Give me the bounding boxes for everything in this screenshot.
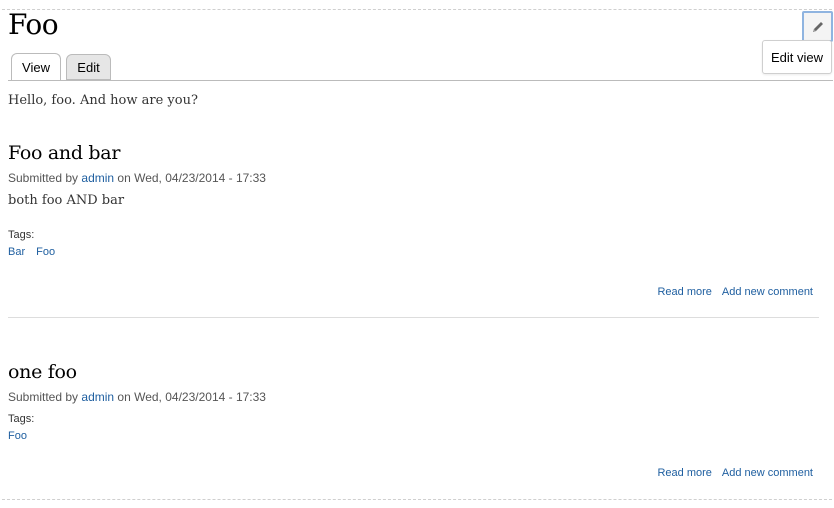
tab-edit[interactable]: Edit (66, 54, 111, 80)
read-more-link[interactable]: Read more (657, 467, 711, 479)
author-link[interactable]: admin (81, 171, 114, 185)
read-more-link[interactable]: Read more (657, 286, 711, 298)
node-divider (8, 317, 819, 318)
pencil-icon (812, 21, 823, 32)
author-link[interactable]: admin (81, 390, 114, 404)
tag-link[interactable]: Bar (8, 246, 25, 258)
add-comment-link[interactable]: Add new comment (722, 286, 813, 298)
tabs-divider (8, 80, 833, 81)
tags-field: Tags: Foo (8, 413, 819, 442)
edit-view-link[interactable]: Edit view (762, 40, 832, 74)
page-title: Foo (8, 8, 59, 41)
tags-label: Tags: (8, 413, 35, 425)
submitted-prefix: Submitted by (8, 390, 79, 404)
node-teaser: one foo Submitted by admin on Wed, 04/23… (8, 360, 819, 479)
node-body: both foo AND bar (8, 193, 125, 208)
tab-view[interactable]: View (11, 53, 61, 81)
node-teaser: Foo and bar Submitted by admin on Wed, 0… (8, 141, 819, 298)
tag-link[interactable]: Foo (36, 246, 55, 258)
tags-field: Tags: Bar Foo (8, 229, 819, 258)
submitted-date: on Wed, 04/23/2014 - 17:33 (117, 390, 266, 404)
tags-list: Bar Foo (8, 246, 819, 258)
node-title-link[interactable]: one foo (8, 360, 819, 384)
node-links: Read more Add new comment (647, 467, 813, 479)
page-intro: Hello, foo. And how are you? (8, 93, 198, 108)
tags-label: Tags: (8, 229, 35, 241)
submitted-date: on Wed, 04/23/2014 - 17:33 (117, 171, 266, 185)
submitted-prefix: Submitted by (8, 171, 79, 185)
contextual-edit-button[interactable] (802, 11, 833, 42)
tag-link[interactable]: Foo (8, 430, 27, 442)
node-title-link[interactable]: Foo and bar (8, 141, 819, 165)
add-comment-link[interactable]: Add new comment (722, 467, 813, 479)
tags-list: Foo (8, 430, 819, 442)
submitted-info: Submitted by admin on Wed, 04/23/2014 - … (8, 390, 819, 404)
submitted-info: Submitted by admin on Wed, 04/23/2014 - … (8, 171, 819, 185)
node-links: Read more Add new comment (647, 286, 813, 298)
